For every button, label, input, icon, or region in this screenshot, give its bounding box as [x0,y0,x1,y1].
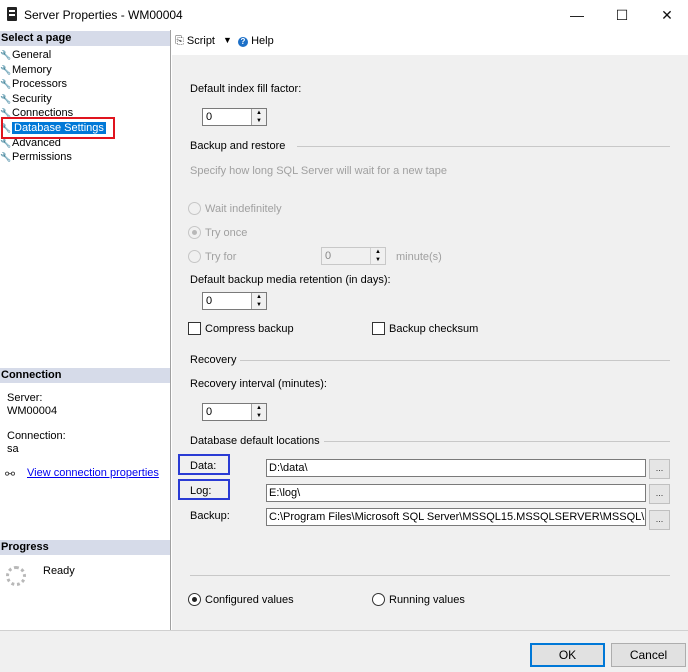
spin-up-icon[interactable]: ▲ [371,248,385,256]
recovery-interval-label: Recovery interval (minutes): [190,378,327,390]
close-button[interactable]: ✕ [644,0,688,30]
settings-pane: Default index fill factor: 0 ▲ ▼ Backup a… [172,55,688,630]
default-locations-title: Database default locations [190,435,320,447]
backup-path-field[interactable]: C:\Program Files\Microsoft SQL Server\MS… [266,508,646,526]
recovery-interval-spinner[interactable]: 0 ▲ ▼ [202,403,267,421]
server-value: WM00004 [7,405,58,417]
minutes-unit: minute(s) [396,251,442,263]
help-icon: ? [238,37,248,47]
view-connection-properties-link[interactable]: View connection properties [27,467,159,479]
backup-checksum-label: Backup checksum [389,323,479,335]
log-browse-button[interactable]: ... [649,484,670,504]
wait-indefinitely-label: Wait indefinitely [205,203,282,215]
spin-down-icon[interactable]: ▼ [252,117,266,125]
retention-spinner[interactable]: 0 ▲ ▼ [202,292,267,310]
backup-checksum-checkbox[interactable] [372,322,385,335]
spin-down-icon[interactable]: ▼ [252,301,266,309]
progress-spinner-icon [6,566,26,586]
page-item-permissions[interactable]: 🔧Permissions [0,150,72,164]
retention-value: 0 [206,295,213,307]
progress-header: Progress [0,540,170,555]
backup-restore-title: Backup and restore [190,140,286,152]
connection-value: sa [7,443,19,455]
wrench-icon: 🔧 [0,50,12,60]
title-bar: Server Properties - WM00004 — ☐ ✕ [0,0,688,30]
spin-up-icon[interactable]: ▲ [252,109,266,117]
configured-values-radio[interactable] [188,593,201,606]
log-label: Log: [190,485,212,497]
connection-header: Connection [0,368,170,383]
spin-down-icon[interactable]: ▼ [252,412,266,420]
wrench-icon: 🔧 [0,94,12,104]
page-item-label: General [12,49,52,61]
window-title: Server Properties - WM00004 [24,8,183,22]
recovery-title: Recovery [190,354,237,366]
try-for-spinner[interactable]: 0 ▲ ▼ [321,247,386,265]
connection-label: Connection: [7,430,66,442]
try-for-radio[interactable] [188,250,201,263]
spin-up-icon[interactable]: ▲ [252,404,266,412]
progress-status: Ready [43,565,75,577]
backup-label: Backup: [190,510,230,522]
divider [324,441,670,442]
divider [240,360,670,361]
wrench-icon: 🔧 [0,65,12,75]
fill-factor-label: Default index fill factor: [190,83,302,95]
cancel-button[interactable]: Cancel [611,643,686,667]
database-settings-highlight [1,117,115,139]
button-bar: OK Cancel [0,630,688,672]
compress-backup-checkbox[interactable] [188,322,201,335]
compress-backup-label: Compress backup [205,323,294,335]
try-once-radio[interactable] [188,226,201,239]
try-once-label: Try once [205,227,248,239]
page-item-memory[interactable]: 🔧Memory [0,63,52,77]
tape-hint: Specify how long SQL Server will wait fo… [190,165,447,177]
wrench-icon: 🔧 [0,79,12,89]
data-browse-button[interactable]: ... [649,459,670,479]
try-for-label: Try for [205,251,237,263]
help-button[interactable]: ? Help [238,35,274,47]
running-values-label: Running values [389,594,465,606]
page-item-label: Processors [12,78,68,90]
server-icon [7,7,17,21]
server-label: Server: [7,392,43,404]
fill-factor-spinner[interactable]: 0 ▲ ▼ [202,108,267,126]
help-label: Help [251,35,274,47]
log-path-field[interactable]: E:\log\ [266,484,646,502]
script-dropdown-arrow-icon[interactable]: ▼ [223,35,232,45]
wrench-icon: 🔧 [0,152,12,162]
recovery-interval-value: 0 [206,406,213,418]
maximize-button[interactable]: ☐ [599,0,645,30]
retention-label: Default backup media retention (in days)… [190,274,391,286]
backup-browse-button[interactable]: ... [649,510,670,530]
page-item-label: Memory [12,64,52,76]
configured-values-label: Configured values [205,594,294,606]
network-icon: ⚯ [5,467,16,481]
running-values-radio[interactable] [372,593,385,606]
page-item-label: Security [12,93,52,105]
data-path-field[interactable]: D:\data\ [266,459,646,477]
data-label: Data: [190,460,217,472]
divider [297,146,670,147]
script-label: Script [186,35,215,47]
spin-up-icon[interactable]: ▲ [252,293,266,301]
spin-down-icon[interactable]: ▼ [371,256,385,264]
page-item-processors[interactable]: 🔧Processors [0,77,67,91]
try-for-value: 0 [325,250,332,262]
minimize-button[interactable]: — [554,0,600,30]
ok-button[interactable]: OK [530,643,605,667]
toolbar: ⎘ Script ▼ ? Help [172,30,688,55]
select-page-header: Select a page [0,31,170,46]
page-item-general[interactable]: 🔧General [0,48,51,62]
fill-factor-value: 0 [206,111,213,123]
page-item-label: Permissions [12,151,72,163]
wait-indefinitely-radio[interactable] [188,202,201,215]
script-icon: ⎘ [175,35,184,47]
script-button[interactable]: ⎘ Script [175,35,215,48]
divider [190,575,670,576]
page-item-security[interactable]: 🔧Security [0,92,52,106]
